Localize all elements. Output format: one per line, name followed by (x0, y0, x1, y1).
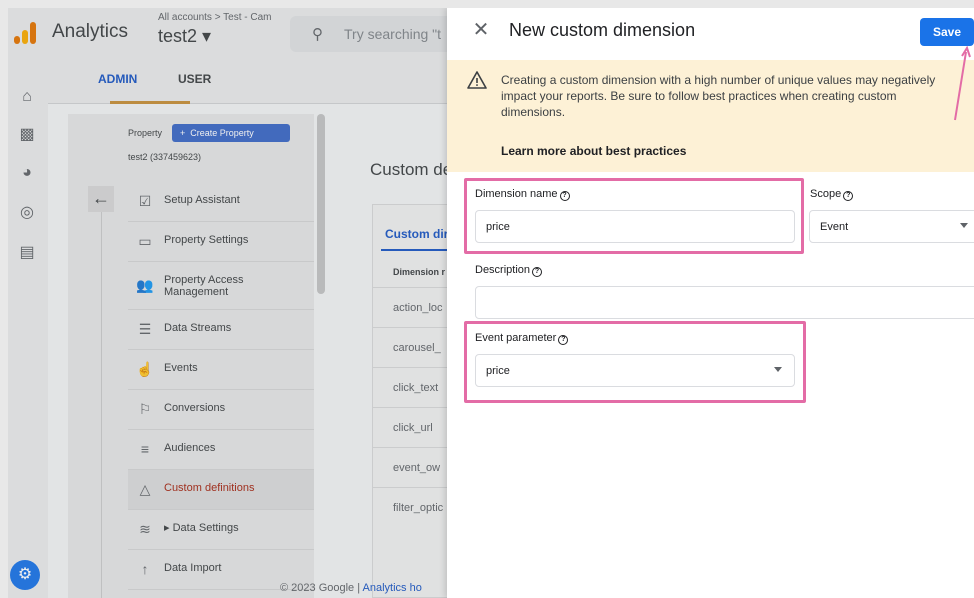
help-icon[interactable]: ? (532, 267, 543, 277)
chevron-down-icon (960, 223, 968, 228)
screen-frame: Analytics All accounts > Test - Cam test… (8, 8, 974, 598)
description-input[interactable] (475, 286, 974, 319)
highlight-box (464, 321, 806, 403)
scope-value: Event (820, 221, 849, 233)
annotation-arrow (954, 45, 971, 121)
custom-dimension-sheet: ✕ New custom dimension Save Creating a c… (447, 8, 974, 598)
description-label: Description? (475, 264, 543, 277)
scope-select[interactable]: Event (809, 210, 974, 243)
overlay-scrim[interactable] (8, 8, 448, 598)
